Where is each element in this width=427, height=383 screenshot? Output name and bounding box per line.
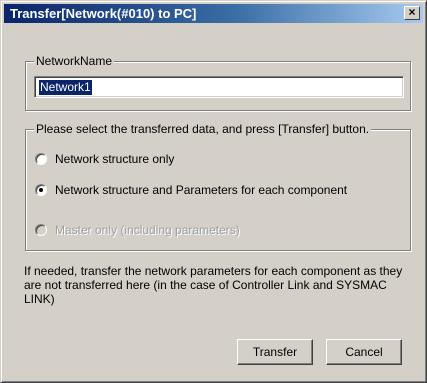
radio-label: Network structure and Parameters for eac… [55, 183, 348, 197]
dialog-title: Transfer[Network(#010) to PC] [10, 6, 197, 21]
close-icon: × [408, 5, 416, 19]
radio-network-structure-and-parameters[interactable]: Network structure and Parameters for eac… [35, 183, 395, 199]
network-name-legend: NetworkName [34, 54, 115, 68]
radio-network-structure-only[interactable]: Network structure only [35, 152, 395, 168]
cancel-button[interactable]: Cancel [326, 339, 402, 365]
title-bar[interactable]: Transfer[Network(#010) to PC] × [4, 4, 423, 23]
radio-button-disabled-icon [35, 224, 47, 236]
transfer-options-legend: Please select the transferred data, and … [34, 122, 372, 136]
transfer-button[interactable]: Transfer [237, 339, 313, 365]
network-name-input[interactable]: Network1 [34, 76, 404, 98]
network-name-value: Network1 [39, 80, 92, 95]
network-name-group: NetworkName Network1 [25, 54, 411, 111]
transfer-dialog: Transfer[Network(#010) to PC] × NetworkN… [0, 0, 427, 383]
radio-label: Network structure only [55, 152, 175, 166]
radio-button-checked-icon[interactable] [35, 184, 47, 196]
radio-button-icon[interactable] [35, 153, 47, 165]
info-note: If needed, transfer the network paramete… [24, 264, 403, 306]
close-button[interactable]: × [404, 6, 420, 20]
radio-dot-icon [39, 188, 43, 192]
radio-label: Master only (including parameters) [55, 223, 240, 237]
transfer-options-group: Please select the transferred data, and … [25, 122, 411, 251]
radio-master-only: Master only (including parameters) [35, 223, 395, 239]
